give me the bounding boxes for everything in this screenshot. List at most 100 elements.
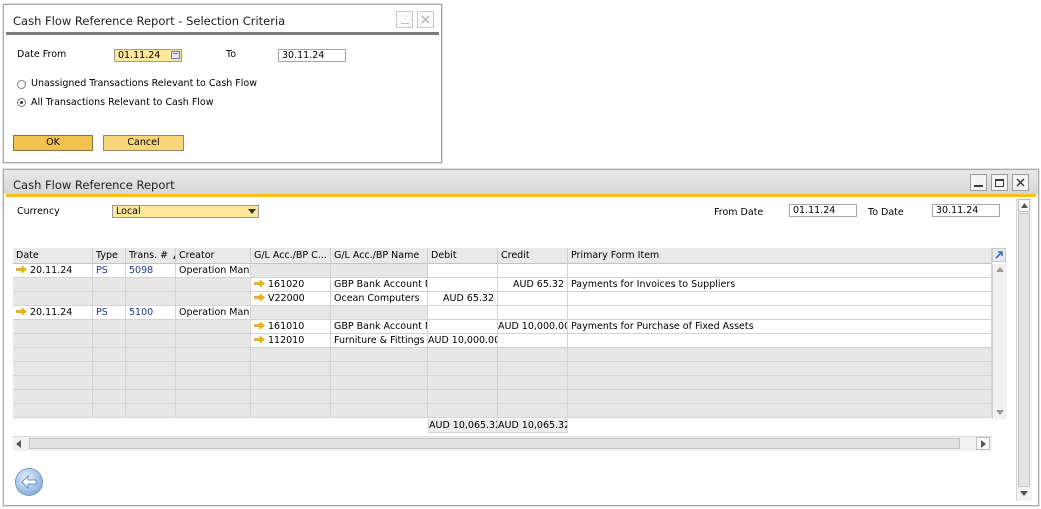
cell-credit [498,264,568,278]
cell-item [568,404,992,418]
cell-type [93,362,126,376]
acct-value: 161010 [268,321,305,332]
dialog-title-bar[interactable]: Cash Flow Reference Report - Selection C… [4,5,441,33]
grid-horizontal-scrollbar[interactable] [13,436,992,451]
cell-credit [498,292,568,306]
cell-type [93,376,126,390]
cell-trans [126,334,176,348]
cell-debit: AUD 65.32 [428,292,498,306]
horizontal-scroll-thumb[interactable] [29,438,960,449]
link-arrow-icon[interactable] [16,266,27,273]
all-transactions-radio[interactable] [17,98,26,107]
cell-acct: 161020 [251,278,331,292]
currency-select[interactable]: Local [112,205,259,218]
window-scroll-thumb[interactable] [1018,213,1030,487]
cell-creator [176,376,251,390]
cell-date [13,292,93,306]
scroll-up-icon[interactable] [996,267,1004,273]
cell-creator [176,292,251,306]
ok-button[interactable]: OK [13,135,93,151]
report-minimize-button[interactable] [970,174,987,191]
cell-trans [126,320,176,334]
link-arrow-icon[interactable] [254,322,265,329]
link-arrow-icon[interactable] [254,280,265,287]
report-maximize-button[interactable] [991,174,1008,191]
cell-credit [498,334,568,348]
report-title-rule [6,194,1036,197]
report-title: Cash Flow Reference Report [13,178,175,192]
window-scroll-up-box[interactable] [1018,199,1030,212]
col-header-credit[interactable]: Credit [498,248,568,264]
cell-credit [498,306,568,320]
cell-type [93,390,126,404]
cell-creator [176,362,251,376]
back-button[interactable] [16,469,42,495]
cell-type [93,334,126,348]
cell-credit: AUD 65.32 [498,278,568,292]
to-date-field[interactable]: 30.11.24 [278,49,346,62]
expand-button[interactable] [992,248,1006,262]
unassigned-radio[interactable] [17,80,26,89]
col-header-trans-label: Trans. # [129,250,169,261]
acct-value: V22000 [268,293,305,304]
cell-type [93,348,126,362]
cell-type [93,278,126,292]
calendar-icon[interactable] [171,51,180,59]
scroll-left-icon[interactable] [16,440,22,448]
col-header-account-name[interactable]: G/L Acc./BP Name [331,248,428,264]
grid-body: 20.11.24PS5098Operation Manag161020GBP B… [13,264,992,422]
cell-name [331,264,428,278]
window-vertical-scrollbar[interactable] [1016,198,1032,501]
cell-creator [176,278,251,292]
minimize-button[interactable] [396,11,413,28]
cell-date [13,278,93,292]
from-date-field[interactable]: 01.11.24 [789,204,857,217]
cell-date [13,376,93,390]
cell-acct: 112010 [251,334,331,348]
date-value: 20.11.24 [30,307,73,318]
scroll-down-icon[interactable] [1020,491,1028,497]
all-transactions-radio-label[interactable]: All Transactions Relevant to Cash Flow [31,97,214,108]
close-button[interactable] [417,11,434,28]
cell-item [568,292,992,306]
report-close-button[interactable] [1012,174,1029,191]
cell-acct [251,306,331,320]
report-to-date-field[interactable]: 30.11.24 [932,204,1000,217]
cell-acct [251,348,331,362]
unassigned-radio-label[interactable]: Unassigned Transactions Relevant to Cash… [31,78,257,89]
total-debit: AUD 10,065.32 [428,419,498,433]
from-date-label: From Date [714,207,764,218]
link-arrow-icon[interactable] [254,294,265,301]
cell-debit [428,306,498,320]
cell-item: Payments for Purchase of Fixed Assets [568,320,992,334]
cell-acct: V22000 [251,292,331,306]
cancel-button[interactable]: Cancel [103,135,184,151]
col-header-debit[interactable]: Debit [428,248,498,264]
cell-acct: 161010 [251,320,331,334]
scroll-down-icon[interactable] [996,410,1004,416]
cell-creator [176,390,251,404]
acct-value: 161020 [268,279,305,290]
horizontal-scroll-arrow-box[interactable] [976,437,990,450]
col-header-creator[interactable]: Creator [176,248,251,264]
col-header-trans[interactable]: Trans. # ▲ [126,248,176,264]
cell-credit [498,348,568,362]
chevron-down-icon[interactable] [248,209,256,215]
link-arrow-icon[interactable] [254,336,265,343]
col-header-account-code[interactable]: G/L Acc./BP C... [251,248,331,264]
report-title-bar[interactable]: Cash Flow Reference Report [4,170,1038,194]
acct-value: 112010 [268,335,305,346]
cell-debit [428,278,498,292]
col-header-date[interactable]: Date [13,248,93,264]
cell-creator: Operation Manag [176,306,251,320]
col-header-type[interactable]: Type [93,248,126,264]
cell-trans [126,362,176,376]
link-arrow-icon[interactable] [16,308,27,315]
col-header-primary-form-item[interactable]: Primary Form Item [568,248,992,264]
cell-date: 20.11.24 [13,264,93,278]
cell-type: PS [93,264,126,278]
cell-date: 20.11.24 [13,306,93,320]
grid-vertical-scrollbar[interactable] [992,264,1007,419]
cell-item [568,362,992,376]
cell-item [568,264,992,278]
